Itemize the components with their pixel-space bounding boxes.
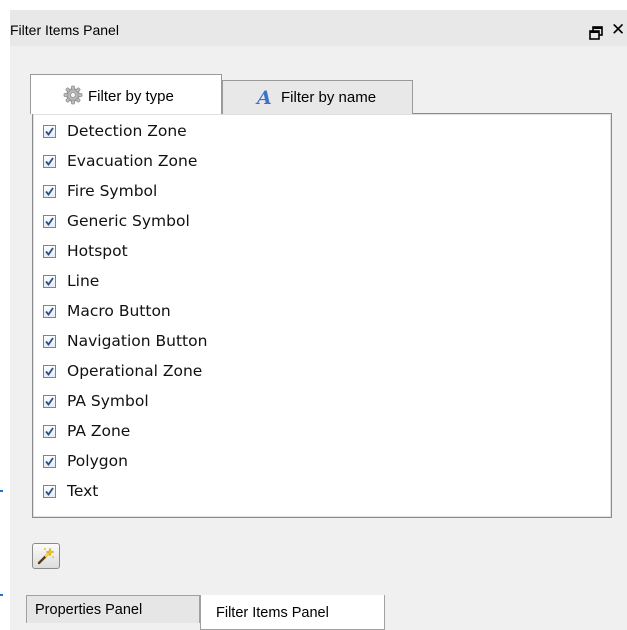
filter-type-list: Detection Zone Evacuation Zone Fire Symb… [32, 113, 612, 518]
magic-wand-button[interactable] [32, 543, 60, 569]
list-item-polygon[interactable]: Polygon [43, 447, 128, 475]
list-item-macro-button[interactable]: Macro Button [43, 297, 171, 325]
list-item-pa-zone[interactable]: PA Zone [43, 417, 130, 445]
check-icon [45, 216, 54, 226]
list-item-label: Detection Zone [67, 122, 187, 140]
checkbox[interactable] [43, 154, 56, 168]
check-icon [45, 246, 54, 256]
tab-filter-by-type[interactable]: Filter by type [30, 74, 222, 114]
list-item-label: Line [67, 272, 100, 290]
list-item-text[interactable]: Text [43, 477, 98, 505]
checkbox[interactable] [43, 334, 56, 348]
tab-label: Properties Panel [35, 602, 143, 618]
check-icon [45, 126, 54, 136]
checkbox[interactable] [43, 214, 56, 228]
list-item-line[interactable]: Line [43, 267, 99, 295]
list-item-label: Polygon [67, 452, 128, 470]
check-icon [45, 396, 54, 406]
close-icon[interactable]: ✕ [611, 20, 625, 40]
list-item-operational-zone[interactable]: Operational Zone [43, 357, 202, 385]
check-icon [45, 366, 54, 376]
tab-filter-items-panel[interactable]: Filter Items Panel [200, 595, 385, 630]
check-icon [45, 276, 54, 286]
list-item-label: Evacuation Zone [67, 152, 198, 170]
list-item-label: Generic Symbol [67, 212, 190, 230]
checkbox[interactable] [43, 364, 56, 378]
panel-title-bar: Filter Items Panel ✕ [10, 10, 627, 46]
list-item-navigation-button[interactable]: Navigation Button [43, 327, 207, 355]
tab-filter-by-name[interactable]: A Filter by name [222, 80, 413, 114]
filter-items-panel: Filter Items Panel ✕ Filter by type A Fi… [10, 10, 627, 630]
float-window-icon[interactable] [589, 26, 603, 40]
checkbox[interactable] [43, 394, 56, 408]
tab-label: Filter Items Panel [216, 605, 329, 621]
checkbox[interactable] [43, 274, 56, 288]
checkbox[interactable] [43, 454, 56, 468]
list-item-label: PA Zone [67, 422, 131, 440]
tab-properties-panel[interactable]: Properties Panel [26, 595, 200, 623]
left-edge-marker [0, 490, 3, 492]
check-icon [45, 426, 54, 436]
gear-icon [63, 85, 83, 105]
check-icon [45, 186, 54, 196]
checkbox[interactable] [43, 244, 56, 258]
list-item-generic-symbol[interactable]: Generic Symbol [43, 207, 190, 235]
list-item-label: Hotspot [67, 242, 128, 260]
checkbox[interactable] [43, 304, 56, 318]
list-item-label: Fire Symbol [67, 182, 158, 200]
checkbox[interactable] [43, 184, 56, 198]
checkbox[interactable] [43, 484, 56, 498]
list-item-pa-symbol[interactable]: PA Symbol [43, 387, 149, 415]
check-icon [45, 456, 54, 466]
checkbox[interactable] [43, 124, 56, 138]
tab-label: Filter by type [88, 88, 174, 105]
tab-label: Filter by name [281, 89, 377, 106]
list-item-hotspot[interactable]: Hotspot [43, 237, 128, 265]
list-item-label: Navigation Button [67, 332, 208, 350]
check-icon [45, 306, 54, 316]
list-item-label: Macro Button [67, 302, 171, 320]
list-item-label: Operational Zone [67, 362, 203, 380]
font-a-icon: A [257, 87, 272, 109]
check-icon [45, 486, 54, 496]
panel-title: Filter Items Panel [10, 22, 119, 38]
magic-wand-icon [37, 547, 55, 565]
check-icon [45, 336, 54, 346]
list-item-detection-zone[interactable]: Detection Zone [43, 117, 187, 145]
check-icon [45, 156, 54, 166]
list-item-label: PA Symbol [67, 392, 149, 410]
list-item-fire-symbol[interactable]: Fire Symbol [43, 177, 157, 205]
checkbox[interactable] [43, 424, 56, 438]
left-edge-marker [0, 594, 3, 596]
list-item-label: Text [67, 482, 99, 500]
list-item-evacuation-zone[interactable]: Evacuation Zone [43, 147, 197, 175]
